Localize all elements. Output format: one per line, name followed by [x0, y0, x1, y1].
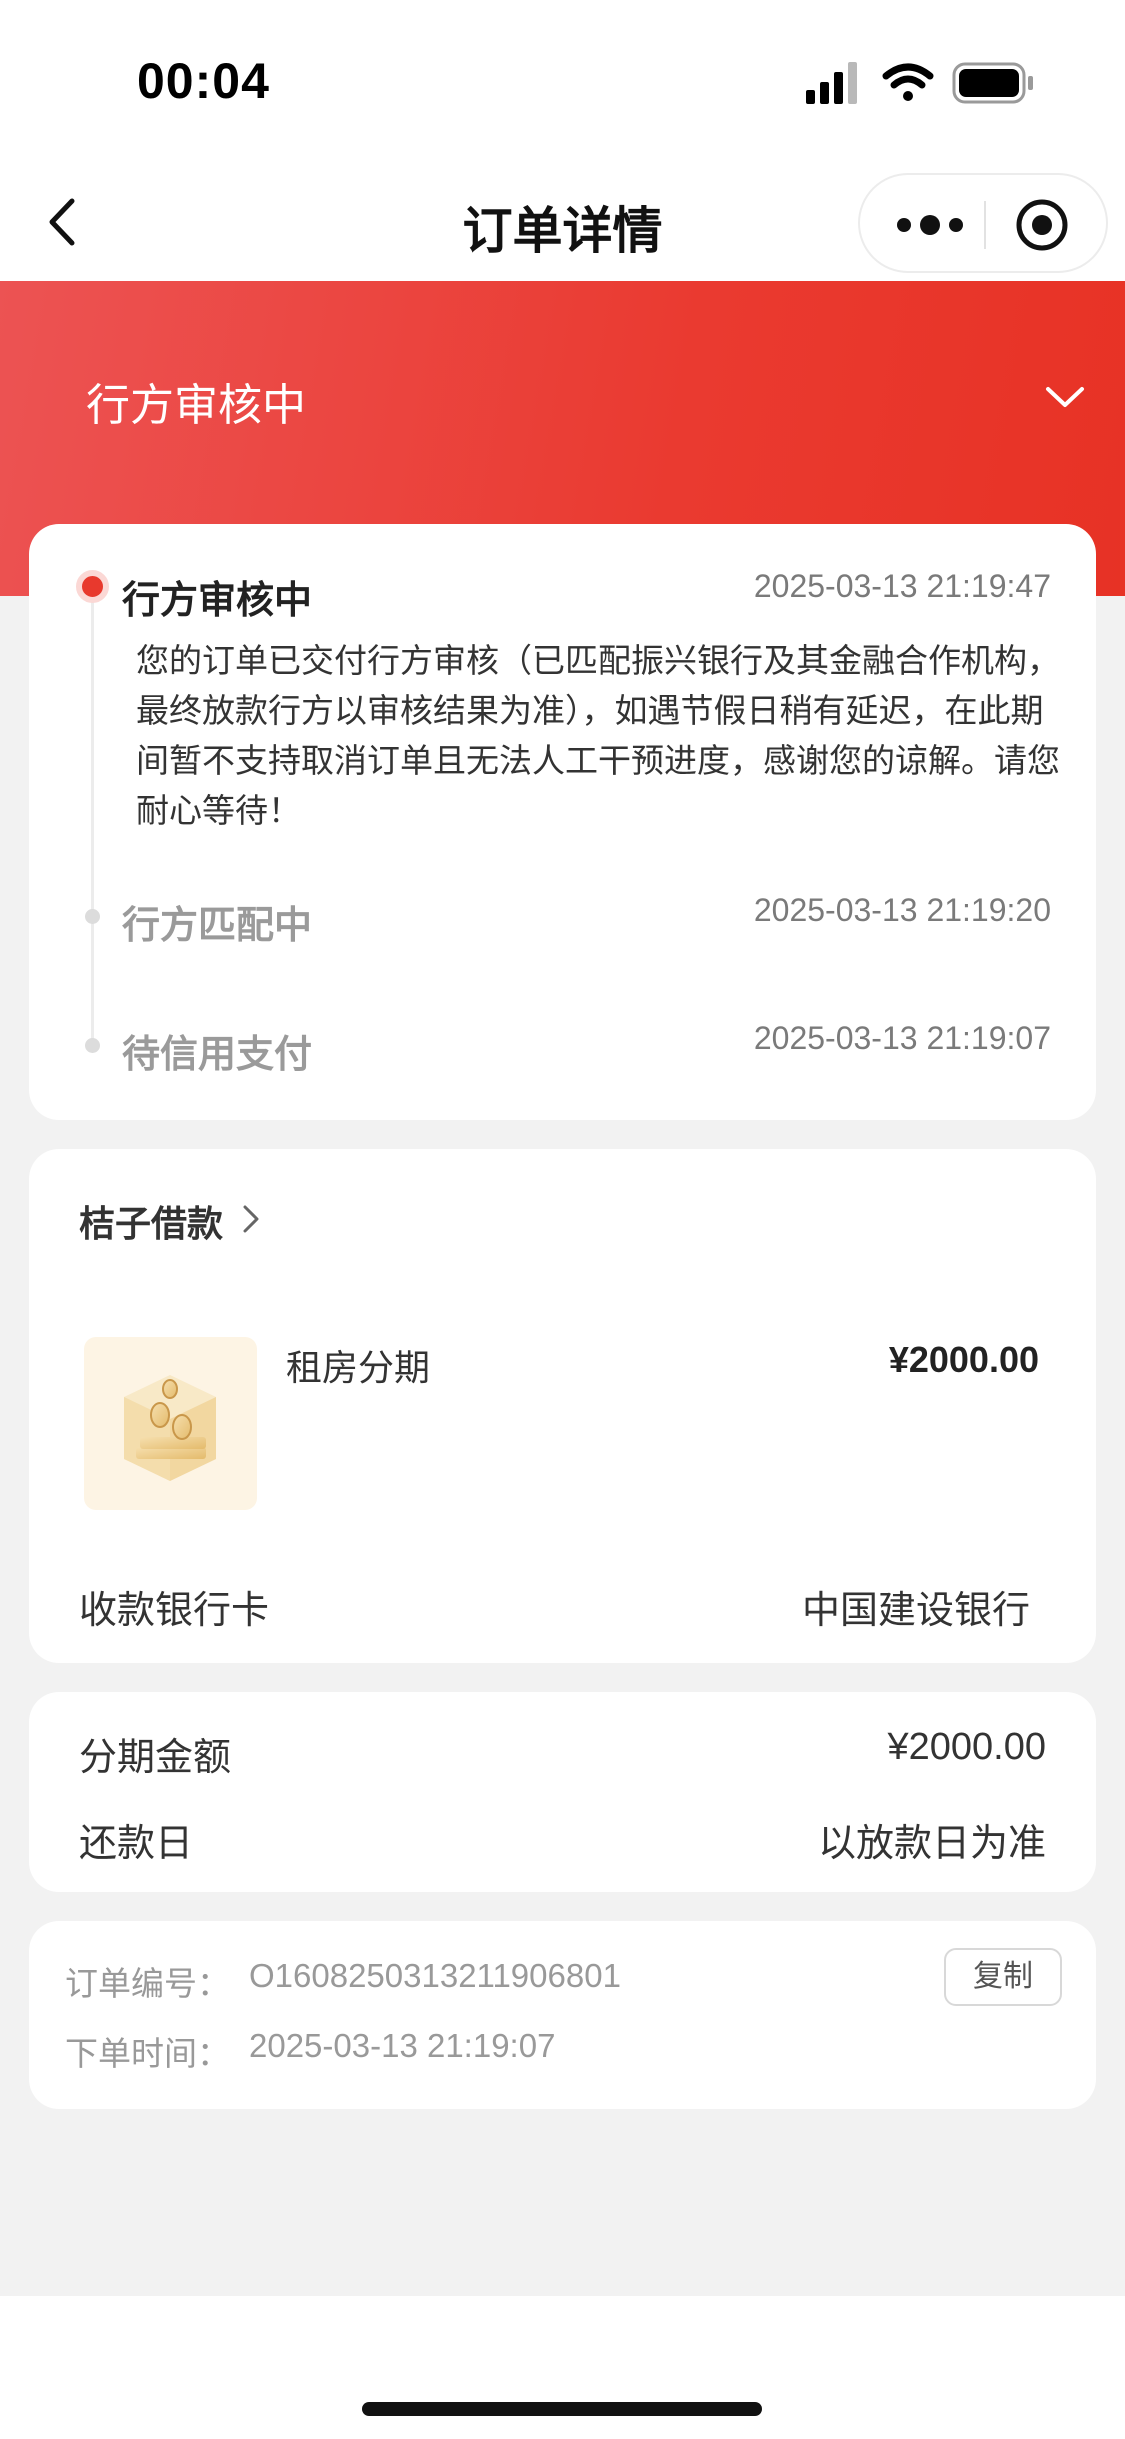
home-indicator	[362, 2402, 762, 2416]
capsule-divider	[984, 201, 986, 249]
copy-button[interactable]: 复制	[944, 1948, 1062, 2006]
bottom-safe-area	[0, 2296, 1125, 2439]
installment-amount-value: ¥2000.00	[887, 1726, 1047, 1768]
merchant-name[interactable]: 桔子借款	[79, 1195, 223, 1247]
wifi-icon	[882, 63, 934, 101]
product-name: 租房分期	[286, 1348, 431, 1389]
timeline-step-time: 2025-03-13 21:19:07	[753, 1020, 1051, 1056]
mini-program-capsule	[858, 173, 1108, 273]
repayment-day-value: 以放款日为准	[817, 1821, 1046, 1865]
timeline-card: 行方审核中 2025-03-13 21:19:47 您的订单已交付行方审核（已匹…	[29, 524, 1096, 1120]
order-number-value: O1608250313211906801	[249, 1957, 621, 1994]
timeline-dot	[85, 1038, 100, 1053]
status-icons	[806, 62, 1033, 104]
chevron-right-icon[interactable]	[239, 1201, 263, 1237]
installment-amount-label: 分期金额	[79, 1735, 232, 1779]
timeline-line	[91, 574, 94, 1049]
status-bar: 00:04	[0, 0, 1125, 165]
order-info-card: 订单编号： O1608250313211906801 复制 下单时间： 2025…	[29, 1921, 1096, 2109]
order-time-label: 下单时间：	[65, 2034, 230, 2073]
order-number-label: 订单编号：	[65, 1964, 230, 2003]
chevron-down-icon[interactable]	[1040, 377, 1090, 417]
timeline-dot-active	[76, 570, 109, 603]
banner-status-title: 行方审核中	[86, 380, 306, 431]
order-time-value: 2025-03-13 21:19:07	[249, 2027, 556, 2064]
coin-box-icon	[124, 1375, 216, 1481]
status-time: 00:04	[137, 53, 270, 109]
timeline-dot	[85, 909, 100, 924]
close-target-icon[interactable]	[1014, 197, 1070, 253]
bank-card-label: 收款银行卡	[79, 1588, 270, 1632]
battery-icon	[952, 62, 1033, 104]
timeline-step-title: 待信用支付	[122, 1032, 313, 1076]
timeline-step-title: 行方审核中	[122, 578, 313, 622]
bank-card-value: 中国建设银行	[801, 1588, 1030, 1632]
signal-icon	[806, 62, 857, 104]
amount-card: 分期金额 ¥2000.00 还款日 以放款日为准	[29, 1692, 1096, 1892]
more-icon[interactable]	[890, 203, 970, 247]
timeline-step-time: 2025-03-13 21:19:47	[753, 568, 1051, 604]
timeline-step-time: 2025-03-13 21:19:20	[753, 892, 1051, 928]
product-price: ¥2000.00	[888, 1339, 1039, 1380]
nav-bar: 订单详情	[0, 165, 1125, 281]
product-card: 桔子借款 租房分期 ¥2000.00 收款银行卡 中国建设银行	[29, 1149, 1096, 1663]
product-image	[84, 1337, 257, 1510]
timeline-step-description: 您的订单已交付行方审核（已匹配振兴银行及其金融合作机构，最终放款行方以审核结果为…	[136, 641, 1060, 830]
repayment-day-label: 还款日	[79, 1821, 194, 1865]
timeline-step-title: 行方匹配中	[122, 903, 313, 947]
